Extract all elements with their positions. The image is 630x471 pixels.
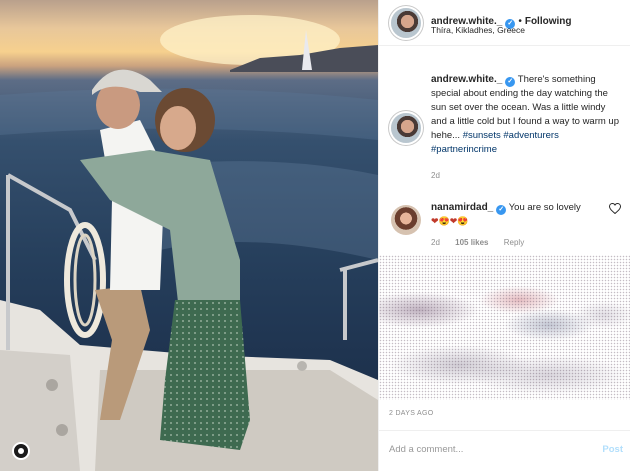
add-comment-row: Post [379,430,630,471]
reply-button[interactable]: Reply [504,238,524,247]
verified-badge-icon: ✓ [496,205,507,215]
caption-text-block: andrew.white._ ✓ There's something specia… [431,73,621,157]
comment-likes[interactable]: 105 likes [455,238,488,247]
comment-emojis: ❤😍❤😍 [431,216,469,226]
heart-icon[interactable] [609,203,621,214]
comment-username[interactable]: nanamirdad_ [431,202,493,213]
comment-time: 2d [431,238,440,247]
avatar[interactable] [391,8,421,38]
post-button[interactable]: Post [602,444,623,455]
obscured-comments [379,255,630,400]
comment-text-block: nanamirdad_ ✓ You are so lovely ❤😍❤😍 [431,201,606,228]
post-date: 2 DAYS AGO [389,410,434,417]
comment-meta: 2d 105 likes Reply [431,238,537,247]
add-comment-input[interactable] [389,444,589,455]
caption-username[interactable]: andrew.white._ [431,74,502,85]
post-details-panel: andrew.white._ ✓ • Following Thíra, Kikladh… [378,0,630,471]
comment-body: You are so lovely [508,202,581,213]
caption-time: 2d [431,171,440,180]
verified-badge-icon: ✓ [505,77,516,87]
post-photo[interactable] [0,0,378,471]
hashtag-link[interactable]: #sunsets [463,130,501,141]
circle-icon[interactable] [12,442,30,460]
comment-avatar[interactable] [391,205,421,235]
location-link[interactable]: Thíra, Kikladhes, Greece [431,25,525,35]
hashtag-link[interactable]: #partnerincrime [431,144,497,155]
following-button[interactable]: Following [525,16,572,27]
caption-avatar[interactable] [391,113,421,143]
photo-illustration [0,15,378,471]
post-header: andrew.white._ ✓ • Following Thíra, Kikladh… [379,0,630,46]
hashtag-link[interactable]: #adventurers [503,130,558,141]
